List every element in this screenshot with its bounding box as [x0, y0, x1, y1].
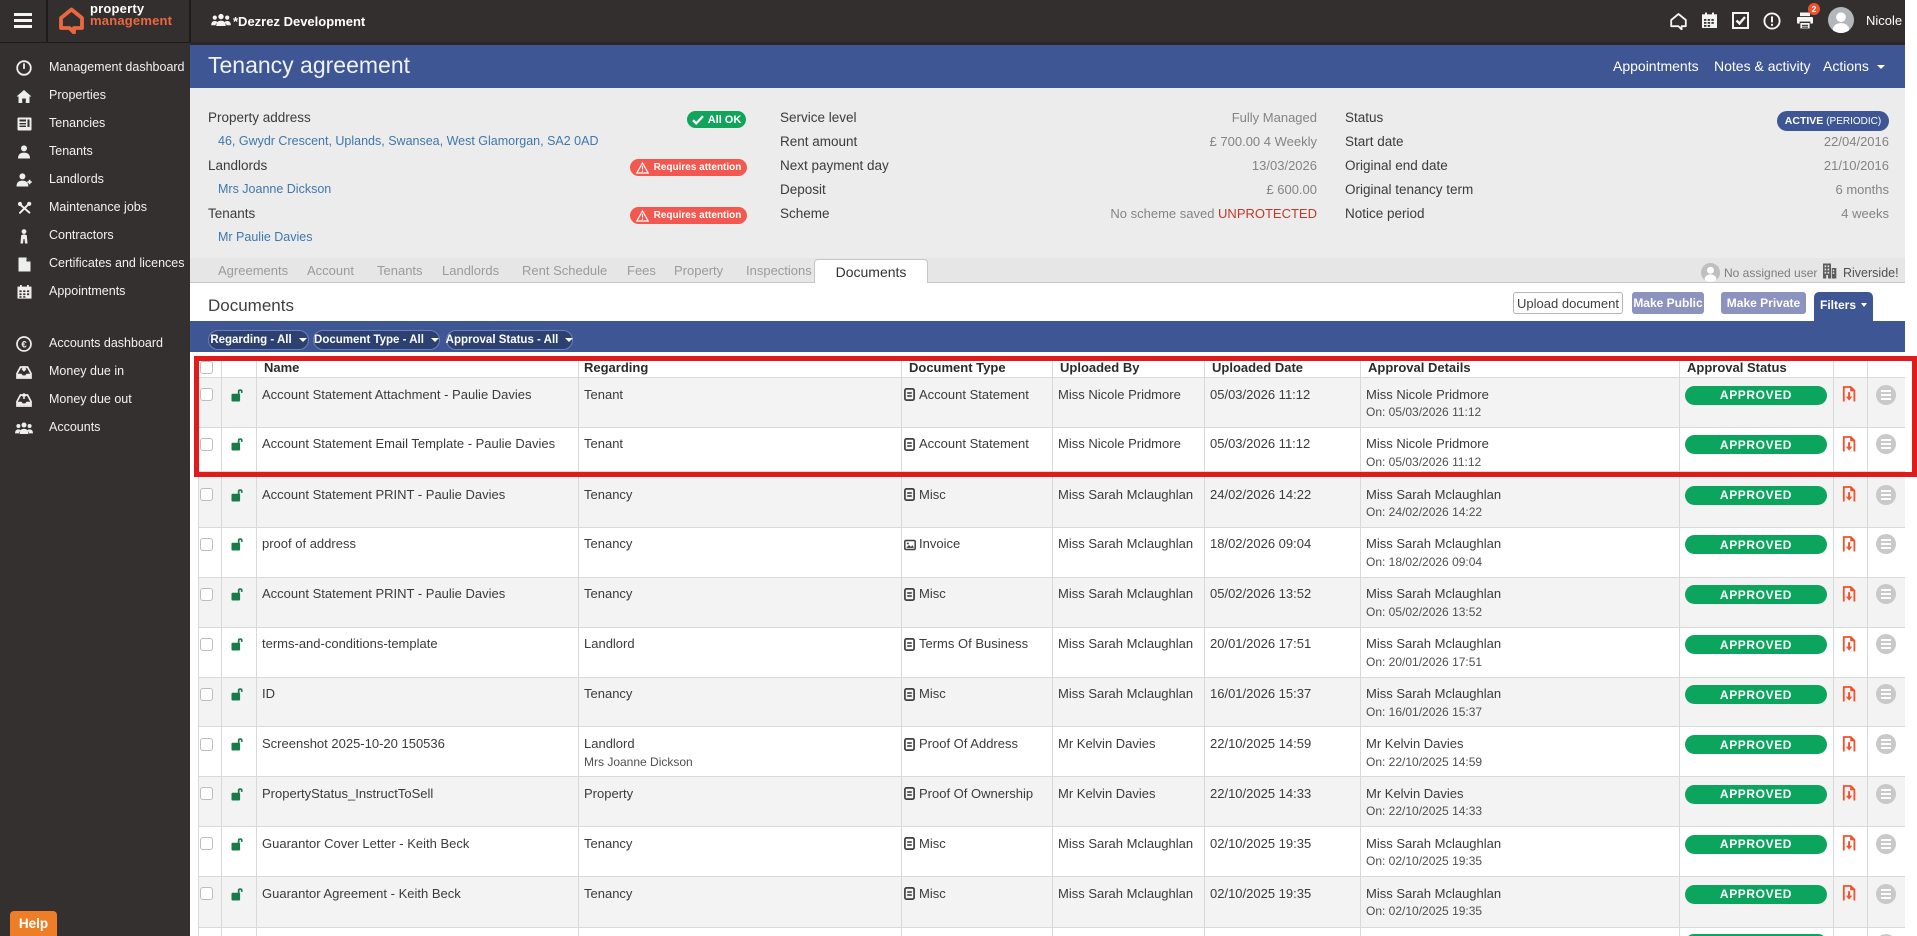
svg-text:€: €: [21, 339, 27, 350]
